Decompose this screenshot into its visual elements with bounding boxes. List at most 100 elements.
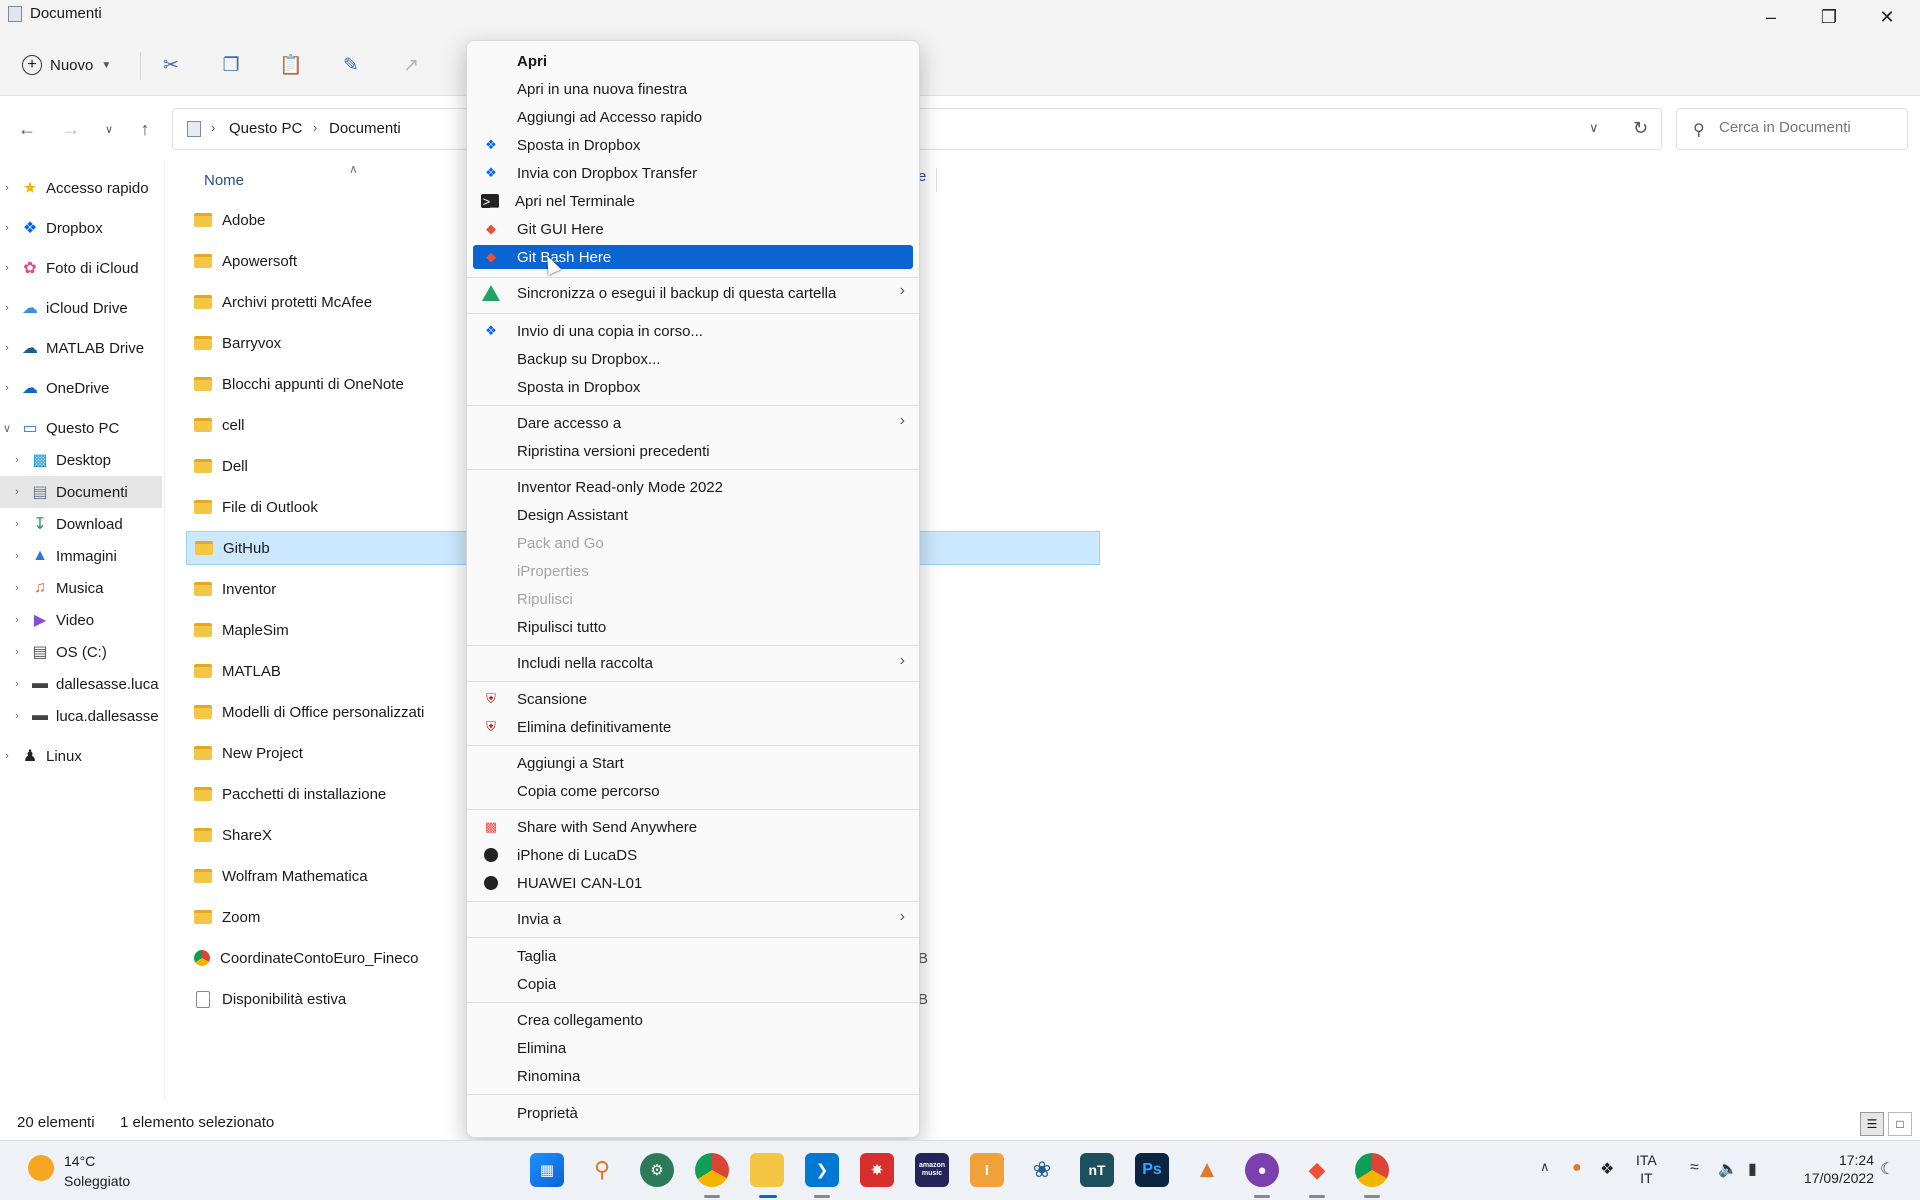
paste-button[interactable]: 📋	[274, 48, 308, 82]
sidebar-item-foto-icloud[interactable]: › ✿ Foto di iCloud	[0, 252, 162, 284]
chrome-taskbar-button[interactable]	[695, 1153, 729, 1187]
search-box[interactable]: ⚲	[1676, 108, 1908, 150]
language-indicator[interactable]: ITA IT	[1636, 1151, 1657, 1187]
file-explorer-taskbar-button[interactable]	[750, 1153, 784, 1187]
menu-item-git-bash[interactable]: ◆ Git Bash Here	[473, 245, 913, 269]
app-button[interactable]: ⚙	[640, 1153, 674, 1187]
menu-item-taglia[interactable]: Taglia	[473, 944, 913, 968]
expand-chevron-icon[interactable]: ›	[10, 678, 24, 690]
inventor-taskbar-button[interactable]: I	[970, 1153, 1004, 1187]
menu-item-iphone-lucads[interactable]: iPhone di LucaDS	[473, 843, 913, 867]
menu-item-includi-raccolta[interactable]: Includi nella raccolta ›	[473, 651, 913, 675]
sidebar-item-desktop[interactable]: › ▩ Desktop	[0, 444, 162, 476]
battery-icon[interactable]: ▮	[1748, 1159, 1757, 1179]
menu-item-elimina-definitivamente[interactable]: ⛨ Elimina definitivamente	[473, 715, 913, 739]
chrome-profile-taskbar-button[interactable]	[1355, 1153, 1389, 1187]
search-taskbar-button[interactable]: ⚲	[585, 1153, 619, 1187]
expand-chevron-icon[interactable]: ›	[10, 486, 24, 498]
start-button[interactable]: ▦	[530, 1153, 564, 1187]
expand-chevron-icon[interactable]: ›	[10, 582, 24, 594]
breadcrumb-questo-pc[interactable]: Questo PC	[229, 120, 302, 137]
menu-item-send-anywhere[interactable]: ▩ Share with Send Anywhere	[473, 815, 913, 839]
expand-chevron-icon[interactable]: ›	[10, 614, 24, 626]
sidebar-item-documenti[interactable]: › ▤ Documenti	[0, 476, 162, 508]
tiles-view-button[interactable]: □	[1888, 1112, 1912, 1136]
column-header-name[interactable]: Nome	[204, 172, 244, 189]
expand-chevron-icon[interactable]: ›	[0, 342, 14, 354]
expand-chevron-icon[interactable]: ›	[0, 382, 14, 394]
menu-item-elimina[interactable]: Elimina	[473, 1036, 913, 1060]
sidebar-item-questo-pc[interactable]: ∨ ▭ Questo PC	[0, 412, 162, 444]
sidebar-item-accesso-rapido[interactable]: › ★ Accesso rapido	[0, 172, 162, 204]
new-button[interactable]: + Nuovo ▼	[22, 48, 111, 82]
sidebar-item-download[interactable]: › ↧ Download	[0, 508, 162, 540]
tray-chrome-icon[interactable]: ●	[1572, 1159, 1582, 1177]
menu-item-aggiungi-accesso-rapido[interactable]: Aggiungi ad Accesso rapido	[473, 105, 913, 129]
search-input[interactable]	[1719, 119, 1899, 136]
mathematica-taskbar-button[interactable]: ✸	[860, 1153, 894, 1187]
menu-item-dropbox-transfer[interactable]: ❖ Invia con Dropbox Transfer	[473, 161, 913, 185]
close-button[interactable]: ✕	[1858, 0, 1916, 34]
wifi-icon[interactable]: ≈	[1690, 1159, 1699, 1177]
address-history-icon[interactable]: ∨	[1589, 120, 1599, 136]
github-taskbar-button[interactable]: ●	[1245, 1153, 1279, 1187]
menu-item-dare-accesso[interactable]: Dare accesso a ›	[473, 411, 913, 435]
menu-item-proprieta[interactable]: Proprietà	[473, 1101, 913, 1125]
sidebar-item-os-c[interactable]: › ▤ OS (C:)	[0, 636, 162, 668]
sidebar-item-dallesasse-luca[interactable]: › ▬ dallesasse.luca	[0, 668, 162, 700]
menu-item-crea-collegamento[interactable]: Crea collegamento	[473, 1008, 913, 1032]
focus-assist-icon[interactable]: ☾	[1880, 1159, 1894, 1179]
sidebar-item-musica[interactable]: › ♫ Musica	[0, 572, 162, 604]
refresh-icon[interactable]: ↻	[1633, 118, 1648, 139]
sidebar-item-matlab-drive[interactable]: › ☁ MATLAB Drive	[0, 332, 162, 364]
cut-button[interactable]: ✂	[154, 48, 188, 82]
nt-taskbar-button[interactable]: nT	[1080, 1153, 1114, 1187]
photoshop-taskbar-button[interactable]: Ps	[1135, 1153, 1169, 1187]
details-view-button[interactable]: ☰	[1860, 1112, 1884, 1136]
show-hidden-icons-button[interactable]: ∧	[1540, 1159, 1550, 1175]
menu-item-aggiungi-start[interactable]: Aggiungi a Start	[473, 751, 913, 775]
expand-chevron-icon[interactable]: ›	[0, 182, 14, 194]
expand-chevron-icon[interactable]: ›	[10, 646, 24, 658]
column-divider[interactable]	[936, 168, 937, 192]
amazon-music-taskbar-button[interactable]: amazon music	[915, 1153, 949, 1187]
menu-item-copia[interactable]: Copia	[473, 972, 913, 996]
menu-item-invio-copia[interactable]: ❖ Invio di una copia in corso...	[473, 319, 913, 343]
menu-item-git-gui[interactable]: ◆ Git GUI Here	[473, 217, 913, 241]
forward-button[interactable]: →	[56, 114, 86, 144]
menu-item-copia-percorso[interactable]: Copia come percorso	[473, 779, 913, 803]
menu-item-apri[interactable]: Apri	[473, 49, 913, 73]
vscode-taskbar-button[interactable]: ❯	[805, 1153, 839, 1187]
sidebar-item-luca-dallesasse[interactable]: › ▬ luca.dallesasse	[0, 700, 162, 732]
matlab-taskbar-button[interactable]: ▲	[1190, 1153, 1224, 1187]
menu-item-design-assistant[interactable]: Design Assistant	[473, 503, 913, 527]
sidebar-item-immagini[interactable]: › ▲ Immagini	[0, 540, 162, 572]
clock[interactable]: 17:24 17/09/2022	[1784, 1151, 1874, 1187]
minimize-button[interactable]: –	[1742, 0, 1800, 34]
sidebar-item-video[interactable]: › ▶ Video	[0, 604, 162, 636]
expand-chevron-icon[interactable]: ›	[10, 550, 24, 562]
git-taskbar-button[interactable]: ◆	[1300, 1153, 1334, 1187]
sidebar-item-onedrive[interactable]: › ☁ OneDrive	[0, 372, 162, 404]
sidebar-item-dropbox[interactable]: › ❖ Dropbox	[0, 212, 162, 244]
expand-chevron-icon[interactable]: ›	[0, 750, 14, 762]
menu-item-rinomina[interactable]: Rinomina	[473, 1064, 913, 1088]
menu-item-huawei-can[interactable]: HUAWEI CAN-L01	[473, 871, 913, 895]
menu-item-invia-a[interactable]: Invia a ›	[473, 907, 913, 931]
tray-dropbox-icon[interactable]: ❖	[1600, 1159, 1614, 1179]
volume-icon[interactable]: 🔈	[1718, 1159, 1738, 1179]
menu-item-sposta-dropbox-2[interactable]: Sposta in Dropbox	[473, 375, 913, 399]
back-button[interactable]: ←	[12, 114, 42, 144]
menu-item-ripristina-versioni[interactable]: Ripristina versioni precedenti	[473, 439, 913, 463]
recent-locations-button[interactable]: ∨	[94, 114, 124, 144]
expand-chevron-icon[interactable]: ›	[0, 262, 14, 274]
sidebar-item-linux[interactable]: › ♟ Linux	[0, 740, 162, 772]
menu-item-apri-nuova-finestra[interactable]: Apri in una nuova finestra	[473, 77, 913, 101]
expand-chevron-icon[interactable]: ›	[10, 518, 24, 530]
expand-chevron-icon[interactable]: ›	[0, 222, 14, 234]
maple-taskbar-button[interactable]: ❀	[1025, 1153, 1059, 1187]
menu-item-inventor-readonly[interactable]: Inventor Read-only Mode 2022	[473, 475, 913, 499]
menu-item-sposta-dropbox[interactable]: ❖ Sposta in Dropbox	[473, 133, 913, 157]
menu-item-apri-terminale[interactable]: >_ Apri nel Terminale	[473, 189, 913, 213]
menu-item-ripulisci-tutto[interactable]: Ripulisci tutto	[473, 615, 913, 639]
